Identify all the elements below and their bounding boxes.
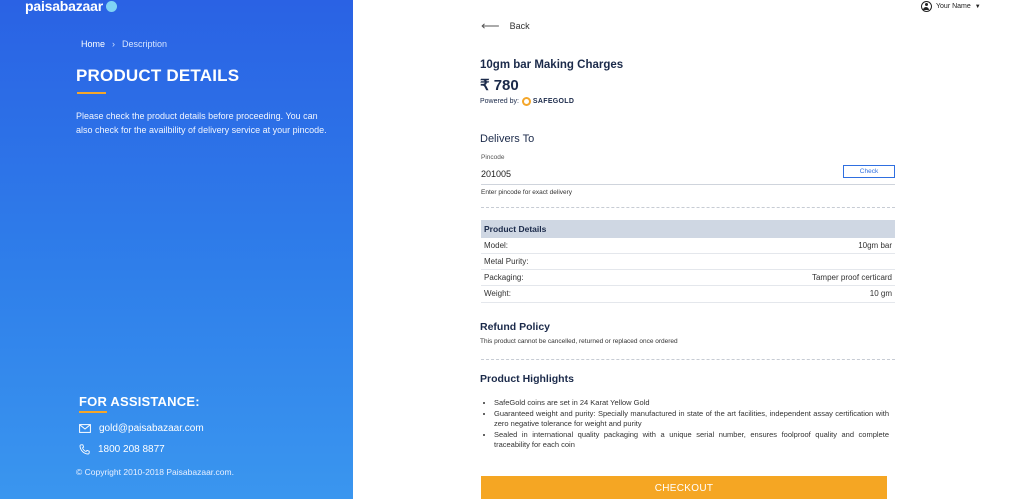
section-divider <box>481 207 895 208</box>
delivers-to-heading: Delivers To <box>480 133 535 145</box>
detail-row-packaging: Packaging: Tamper proof certicard <box>481 269 895 285</box>
chevron-right-icon: › <box>112 39 116 49</box>
product-highlights-heading: Product Highlights <box>480 373 574 385</box>
page-description: Please check the product details before … <box>76 111 327 135</box>
assistance-email[interactable]: gold@paisabazaar.com <box>79 423 204 434</box>
pincode-label: Pincode <box>481 154 505 161</box>
safegold-logo: SAFEGOLD <box>521 97 575 106</box>
checkout-button[interactable]: CHECKOUT <box>481 476 887 499</box>
email-text: gold@paisabazaar.com <box>99 423 204 434</box>
phone-text: 1800 208 8877 <box>98 444 165 455</box>
copyright-text: © Copyright 2010-2018 Paisabazaar.com. <box>76 467 234 477</box>
title-underline <box>77 92 106 94</box>
safegold-name: SAFEGOLD <box>532 98 575 105</box>
pincode-hint: Enter pincode for exact delivery <box>481 189 573 196</box>
left-panel: paisabazaar Home › Description PRODUCT D… <box>0 0 353 499</box>
detail-label: Metal Purity: <box>484 256 529 266</box>
highlight-item: SafeGold coins are set in 24 Karat Yello… <box>494 398 889 409</box>
breadcrumb: Home › Description <box>81 39 167 49</box>
refund-policy-text: This product cannot be cancelled, return… <box>480 338 678 345</box>
breadcrumb-home[interactable]: Home <box>81 39 105 49</box>
detail-label: Model: <box>484 240 509 250</box>
detail-value: 10gm bar <box>858 240 892 250</box>
detail-row-model: Model: 10gm bar <box>481 237 895 253</box>
refund-policy-heading: Refund Policy <box>480 321 551 333</box>
detail-value: 10 gm <box>869 288 892 298</box>
caret-down-icon: ▼ <box>974 3 981 10</box>
safegold-icon <box>521 97 531 106</box>
product-price: ₹ 780 <box>480 77 519 94</box>
arrow-left-icon: ⟵ <box>481 18 500 33</box>
assistance-title: FOR ASSISTANCE: <box>79 394 200 409</box>
assistance-phone[interactable]: 1800 208 8877 <box>79 444 165 455</box>
product-title: 10gm bar Making Charges <box>480 59 624 71</box>
highlight-item: Sealed in international quality packagin… <box>494 430 889 451</box>
detail-row-weight: Weight: 10 gm <box>481 285 895 301</box>
row-divider <box>481 302 895 303</box>
page-title: PRODUCT DETAILS <box>76 66 240 85</box>
detail-label: Packaging: <box>484 272 524 282</box>
mail-icon <box>79 424 91 433</box>
detail-row-metal-purity: Metal Purity: <box>481 253 895 269</box>
check-button[interactable]: Check <box>843 165 895 178</box>
back-button[interactable]: ⟵ Back <box>481 19 530 32</box>
logo-text: paisabazaar <box>25 0 103 14</box>
logo-icon <box>105 0 117 12</box>
powered-by-label: Powered by: <box>480 98 519 105</box>
highlights-list: SafeGold coins are set in 24 Karat Yello… <box>494 398 889 451</box>
paisabazaar-logo[interactable]: paisabazaar <box>25 0 117 14</box>
highlight-item: Guaranteed weight and purity: Specially … <box>494 409 889 430</box>
detail-label: Weight: <box>484 288 511 298</box>
pincode-underline <box>481 184 895 185</box>
section-divider <box>481 359 895 360</box>
phone-icon <box>79 444 90 455</box>
powered-by: Powered by: SAFEGOLD <box>480 97 574 106</box>
user-menu[interactable]: Your Name ▼ <box>921 1 981 12</box>
assistance-underline <box>79 411 107 413</box>
detail-value: Tamper proof certicard <box>811 272 892 282</box>
breadcrumb-current: Description <box>122 39 168 49</box>
user-icon <box>921 1 932 12</box>
back-label: Back <box>509 20 530 31</box>
user-name: Your Name <box>936 3 971 10</box>
pincode-input[interactable]: 201005 <box>481 169 511 179</box>
product-details-header: Product Details <box>481 220 895 238</box>
